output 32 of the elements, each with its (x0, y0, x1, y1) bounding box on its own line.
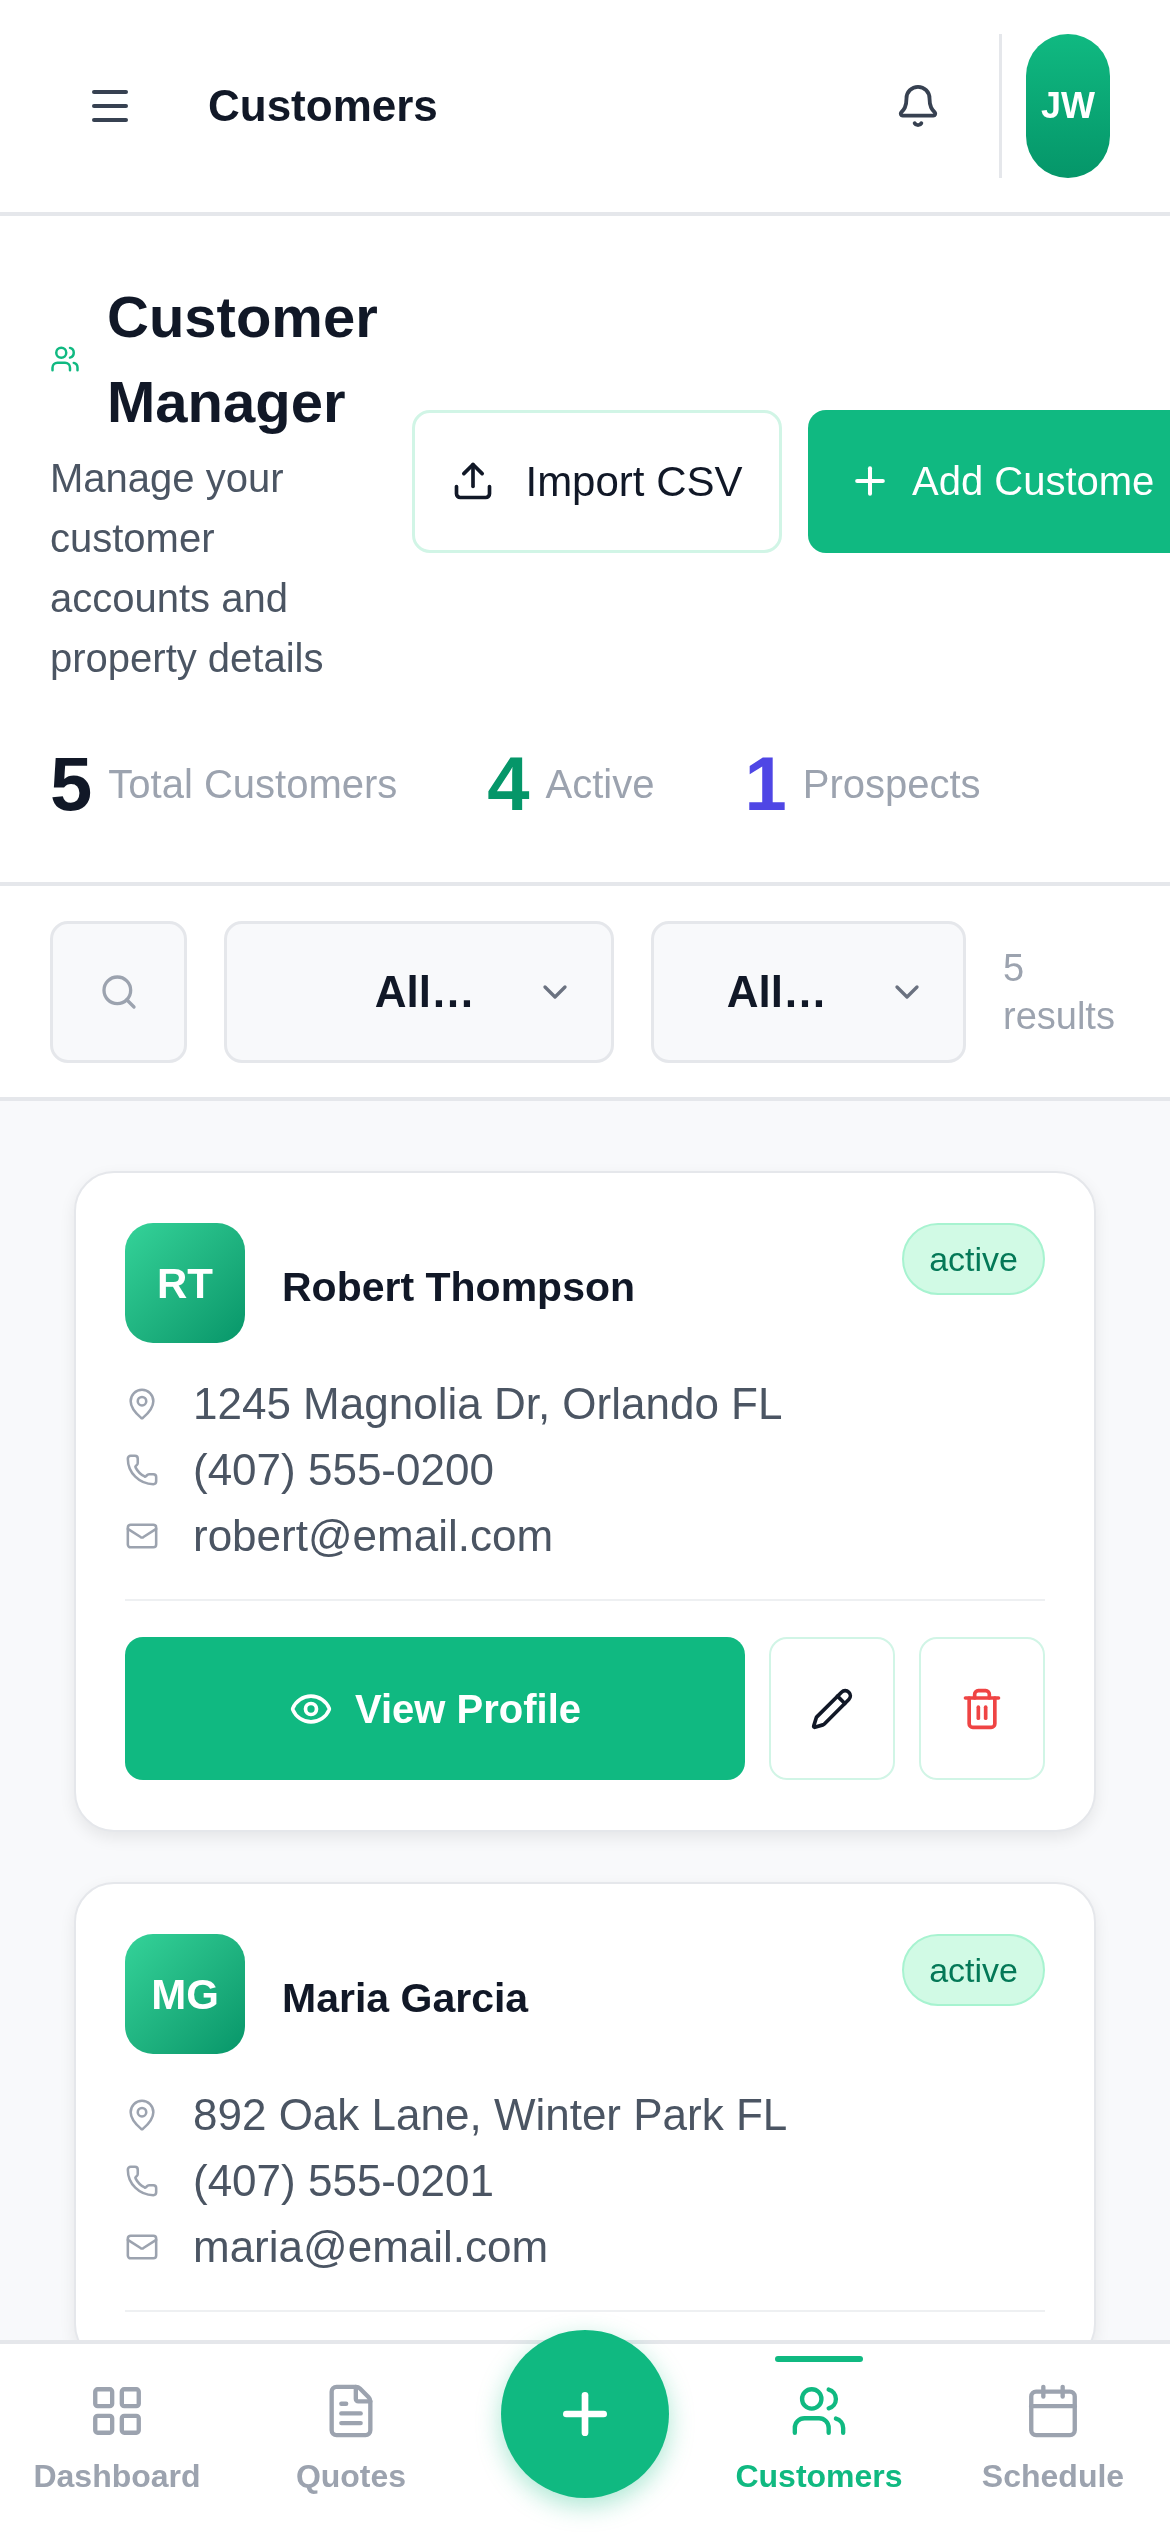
section-title: Customer Manager (107, 283, 379, 436)
page-title: Customers (208, 80, 438, 132)
phone-number: (407) 555-0201 (193, 2155, 494, 2207)
address: 892 Oak Lane, Winter Park FL (193, 2089, 788, 2141)
stat-value: 1 (744, 740, 787, 828)
filter-dropdown[interactable]: All… (224, 920, 614, 1063)
import-csv-button[interactable]: Import CSV (412, 409, 782, 553)
nav-tab[interactable]: Dashboard (0, 2344, 234, 2532)
view-profile-button[interactable]: View Profile (125, 1637, 745, 1780)
results-count: 5 results (1003, 945, 1116, 1039)
customer-name: Robert Thompson (282, 1263, 636, 1312)
status-badge: active (902, 1223, 1045, 1295)
address: 1245 Magnolia Dr, Orlando FL (193, 1378, 783, 1430)
stat-label: Prospects (802, 761, 981, 808)
stat-value: 4 (487, 740, 530, 828)
nav-tab[interactable]: Schedule (936, 2344, 1170, 2532)
stat-label: Total Customers (108, 761, 398, 808)
stat-label: Active (545, 761, 655, 808)
customer-name: Maria Garcia (282, 1974, 529, 2023)
filter-dropdown[interactable]: All… (651, 920, 966, 1063)
avatar: MG (125, 1934, 245, 2054)
avatar: RT (125, 1223, 245, 1343)
status-badge: active (902, 1934, 1045, 2006)
email-address: maria@email.com (193, 2221, 549, 2273)
section-description: Manage your customer accounts and property details (50, 455, 325, 682)
nav-tab[interactable]: Customers (702, 2344, 936, 2532)
email-address: robert@email.com (193, 1510, 554, 1562)
add-customer-button[interactable]: Add Custome (808, 409, 1170, 553)
stat-value: 5 (50, 740, 93, 828)
nav-tab[interactable]: Quotes (234, 2344, 468, 2532)
user-avatar[interactable]: JW (1026, 34, 1110, 178)
phone-number: (407) 555-0200 (193, 1444, 494, 1496)
